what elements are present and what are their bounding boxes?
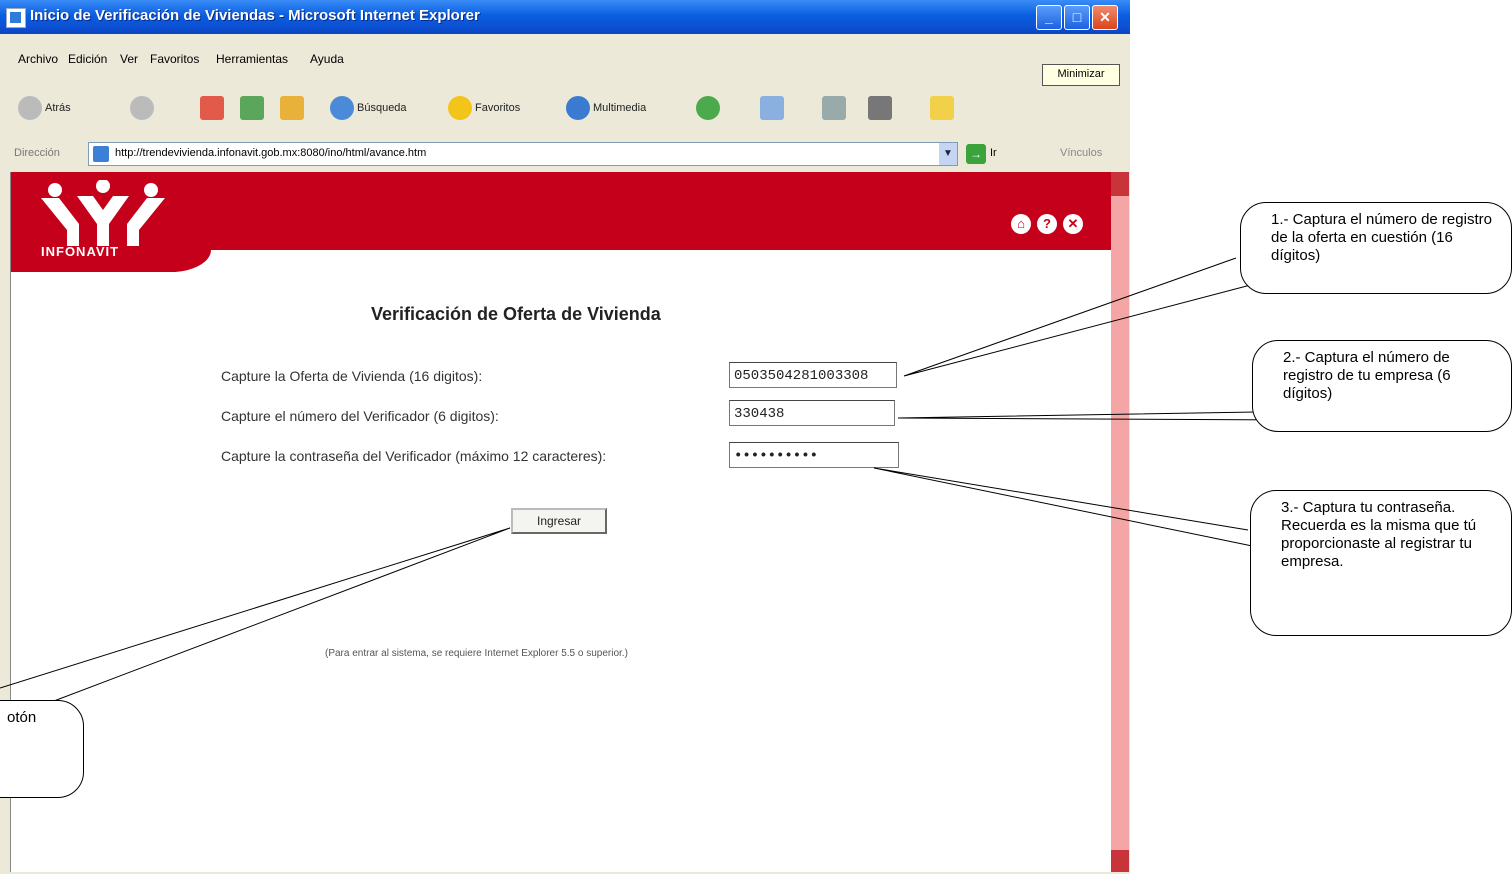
callout-4: otón [0,700,84,798]
stop-icon [200,96,224,120]
callout-2: 2.- Captura el número de registro de tu … [1252,340,1512,432]
address-label: Dirección [14,147,60,159]
go-arrow-icon[interactable]: → [966,144,986,164]
verificador-input[interactable]: 330438 [729,400,895,426]
menu-bar: Archivo Edición Ver Favoritos Herramient… [0,46,1130,72]
page-icon [93,146,109,162]
header-band [11,172,1111,250]
form-title: Verificación de Oferta de Vivienda [371,304,661,324]
go-button[interactable]: Ir [990,147,997,159]
home-icon[interactable]: ⌂ [1011,214,1031,234]
home-icon [280,96,304,120]
mail-icon [760,96,784,120]
close-button[interactable]: ✕ [1092,5,1118,30]
address-dropdown-icon[interactable]: ▼ [939,143,957,165]
verificador-label: Capture el número del Verificador (6 dig… [221,408,499,424]
help-icon[interactable]: ? [1037,214,1057,234]
stop-button[interactable] [200,96,227,122]
address-url: http://trendevivienda.infonavit.gob.mx:8… [115,147,427,159]
refresh-icon [240,96,264,120]
multimedia-icon [566,96,590,120]
back-label: Atrás [45,101,71,114]
multimedia-button[interactable]: Multimedia [566,96,646,122]
search-label: Búsqueda [357,101,407,114]
callout-3: 3.- Captura tu contraseña. Recuerda es l… [1250,490,1512,636]
address-input[interactable]: http://trendevivienda.infonavit.gob.mx:8… [88,142,958,166]
mail-button[interactable] [760,96,787,122]
close-icon[interactable]: ✕ [1063,214,1083,234]
scroll-up-button[interactable] [1111,172,1129,196]
links-button[interactable]: Vínculos [1060,147,1102,159]
toolbar: Atrás Búsqueda Favoritos Multimedia [0,86,1130,130]
print-button[interactable] [822,96,849,122]
browser-requirement-note: (Para entrar al sistema, se requiere Int… [325,648,628,659]
ingresar-button[interactable]: Ingresar [511,508,607,534]
browser-window: Inicio de Verificación de Viviendas - Mi… [0,0,1130,874]
back-button[interactable]: Atrás [18,96,71,122]
menu-favoritos[interactable]: Favoritos [150,52,199,66]
internet-explorer-icon [6,8,26,28]
scroll-down-button[interactable] [1111,850,1129,872]
messenger-button[interactable] [930,96,957,122]
folder-icon [930,96,954,120]
edit-icon [868,96,892,120]
menu-herramientas[interactable]: Herramientas [216,52,288,66]
refresh-button[interactable] [240,96,267,122]
home-button[interactable] [280,96,307,122]
history-button[interactable] [696,96,723,122]
forward-arrow-icon [130,96,154,120]
multimedia-label: Multimedia [593,101,647,114]
back-arrow-icon [18,96,42,120]
favorites-button[interactable]: Favoritos [448,96,520,122]
title-bar: Inicio de Verificación de Viviendas - Mi… [0,0,1130,34]
scrollbar[interactable] [1111,172,1129,872]
address-bar: Dirección http://trendevivienda.infonavi… [0,138,1130,168]
star-icon [448,96,472,120]
password-input[interactable]: •••••••••• [729,442,899,468]
favorites-label: Favoritos [475,101,521,114]
menu-edicion[interactable]: Edición [68,52,107,66]
page-content: INFONAVIT ⌂ ? ✕ Verificación de Oferta d… [10,172,1129,872]
menu-archivo[interactable]: Archivo [18,52,58,66]
oferta-label: Capture la Oferta de Vivienda (16 digito… [221,368,483,384]
search-button[interactable]: Búsqueda [330,96,407,122]
password-label: Capture la contraseña del Verificador (m… [221,448,607,464]
history-icon [696,96,720,120]
maximize-button[interactable]: □ [1064,5,1090,30]
search-icon [330,96,354,120]
minimize-button[interactable]: _ [1036,5,1062,30]
edit-button[interactable] [868,96,895,122]
menu-ayuda[interactable]: Ayuda [310,52,344,66]
print-icon [822,96,846,120]
minimize-tooltip: Minimizar [1042,64,1120,86]
oferta-input[interactable]: 0503504281003308 [729,362,897,388]
brand-name: INFONAVIT [41,244,120,259]
callout-1: 1.- Captura el número de registro de la … [1240,202,1512,294]
window-title: Inicio de Verificación de Viviendas - Mi… [30,7,480,24]
forward-button[interactable] [130,96,157,122]
menu-ver[interactable]: Ver [120,52,138,66]
